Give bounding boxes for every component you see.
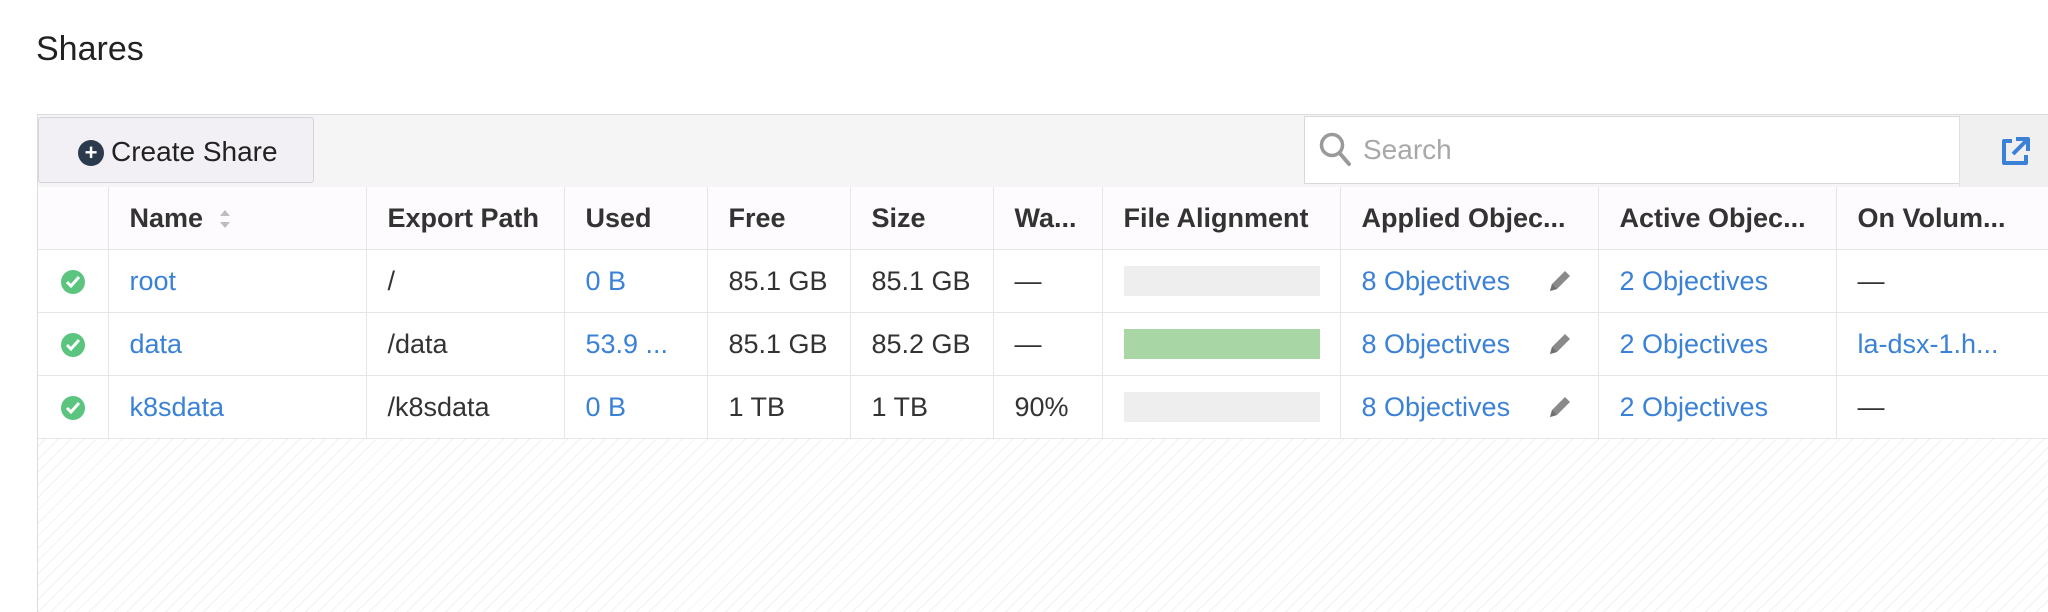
pencil-icon[interactable] (1544, 265, 1576, 297)
table-row[interactable]: k8sdata /k8sdata 0 B 1 TB 1 TB 90% 8 Obj… (38, 375, 2048, 439)
pencil-icon[interactable] (1544, 328, 1576, 360)
page-title: Shares (36, 30, 144, 68)
on-volume-link[interactable]: la-dsx-1.h... (1836, 312, 2048, 376)
free-cell: 85.1 GB (707, 312, 851, 376)
column-header-export-path[interactable]: Export Path (366, 187, 565, 250)
pencil-icon[interactable] (1544, 391, 1576, 423)
search-icon (1319, 132, 1351, 166)
search-box[interactable] (1304, 116, 1968, 184)
applied-objectives-link[interactable]: 8 Objectives (1362, 392, 1511, 422)
on-volume-cell: — (1836, 249, 2048, 313)
file-alignment-cell (1102, 249, 1341, 313)
on-volume-cell: — (1836, 375, 2048, 439)
used-link[interactable]: 0 B (564, 249, 708, 313)
file-alignment-cell (1102, 312, 1341, 376)
file-alignment-bar (1123, 392, 1320, 422)
column-header-status (38, 187, 109, 250)
external-link-icon[interactable] (1998, 135, 2032, 169)
column-header-free[interactable]: Free (707, 187, 851, 250)
free-cell: 85.1 GB (707, 249, 851, 313)
column-header-applied-objectives[interactable]: Applied Objec... (1340, 187, 1599, 250)
applied-objectives-cell: 8 Objectives (1340, 312, 1599, 376)
create-share-button[interactable]: + Create Share (38, 117, 314, 183)
create-share-label: Create Share (111, 136, 278, 167)
table-row[interactable]: root / 0 B 85.1 GB 85.1 GB — 8 Objective… (38, 249, 2048, 313)
table-row[interactable]: data /data 53.9 ... 85.1 GB 85.2 GB — 8 … (38, 312, 2048, 376)
file-alignment-cell (1102, 375, 1341, 439)
toolbar: + Create Share (38, 115, 2048, 188)
export-path-cell: /k8sdata (366, 375, 565, 439)
active-objectives-link[interactable]: 2 Objectives (1598, 375, 1837, 439)
file-alignment-bar (1123, 329, 1320, 359)
shares-panel: + Create Share Search Name Export Path U… (37, 114, 2048, 612)
column-header-on-volume[interactable]: On Volum... (1836, 187, 2048, 250)
warn-cell: — (993, 249, 1103, 313)
size-cell: 85.1 GB (850, 249, 994, 313)
column-header-warn[interactable]: Wa... (993, 187, 1103, 250)
share-name-link[interactable]: data (108, 312, 367, 376)
header-row: Name Export Path Used Free Size Wa... Fi… (38, 187, 2048, 250)
status-cell (38, 249, 109, 313)
warn-cell: 90% (993, 375, 1103, 439)
active-objectives-link[interactable]: 2 Objectives (1598, 249, 1837, 313)
applied-objectives-link[interactable]: 8 Objectives (1362, 266, 1511, 296)
warn-cell: — (993, 312, 1103, 376)
status-cell (38, 375, 109, 439)
applied-objectives-cell: 8 Objectives (1340, 375, 1599, 439)
size-cell: 85.2 GB (850, 312, 994, 376)
column-header-file-alignment[interactable]: File Alignment (1102, 187, 1341, 250)
applied-objectives-link[interactable]: 8 Objectives (1362, 329, 1511, 359)
size-cell: 1 TB (850, 375, 994, 439)
status-ok-icon (60, 396, 85, 421)
share-name-link[interactable]: k8sdata (108, 375, 367, 439)
free-cell: 1 TB (707, 375, 851, 439)
active-objectives-link[interactable]: 2 Objectives (1598, 312, 1837, 376)
status-ok-icon (60, 333, 85, 358)
applied-objectives-cell: 8 Objectives (1340, 249, 1599, 313)
used-link[interactable]: 53.9 ... (564, 312, 708, 376)
column-header-active-objectives[interactable]: Active Objec... (1598, 187, 1837, 250)
column-header-used[interactable]: Used (564, 187, 708, 250)
column-header-size[interactable]: Size (850, 187, 994, 250)
plus-circle-icon: + (78, 140, 104, 166)
used-link[interactable]: 0 B (564, 375, 708, 439)
status-cell (38, 312, 109, 376)
file-alignment-fill (1123, 329, 1320, 359)
file-alignment-bar (1123, 266, 1320, 296)
column-header-name-label: Name (129, 202, 204, 233)
column-header-name[interactable]: Name (108, 187, 367, 250)
search-input[interactable] (1361, 129, 1945, 171)
share-name-link[interactable]: root (108, 249, 367, 313)
export-path-cell: /data (366, 312, 565, 376)
sort-icon[interactable] (217, 205, 233, 233)
shares-table: Name Export Path Used Free Size Wa... Fi… (38, 187, 2048, 439)
export-path-cell: / (366, 249, 565, 313)
status-ok-icon (60, 270, 85, 295)
